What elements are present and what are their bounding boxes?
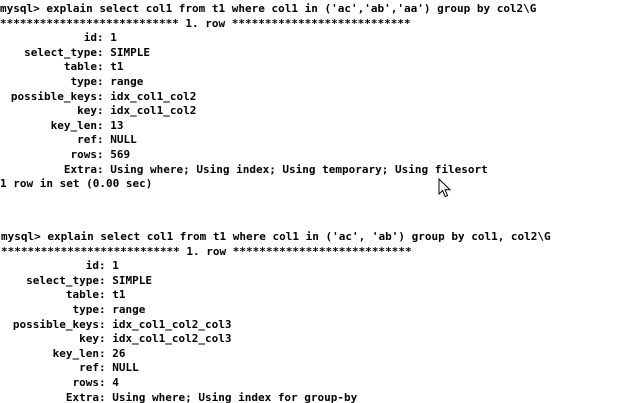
field-row-select-type: select_type: SIMPLE [1,274,551,289]
field-name: rows [70,147,98,161]
field-row-possible-keys: possible_keys: idx_col1_col2 [6,90,536,105]
field-row-extra: Extra: Using where; Using index; Using t… [6,163,536,178]
field-value: range [112,302,146,316]
field-name: select_type [24,45,97,59]
field-value: NULL [110,133,137,147]
field-row-ref: ref: NULL [6,133,536,148]
field-row-table: table: t1 [1,288,551,303]
command-line: mysql> explain select col1 from t1 where… [1,230,551,243]
field-name: key [77,104,97,118]
terminal-window[interactable]: mysql> explain select col1 from t1 where… [0,0,632,403]
field-row-key: key: idx_col1_col2_col3 [1,332,551,347]
field-name: type [72,302,100,316]
field-value: SIMPLE [110,45,150,59]
field-row-table: table: t1 [6,60,536,75]
field-name: id [83,31,97,45]
field-row-type: type: range [6,75,536,90]
field-value: Using where; Using index for group-by [112,390,358,403]
field-value: idx_col1_col2 [110,89,197,103]
field-name: ref [77,133,97,147]
field-name: key_len [50,118,97,132]
field-row-rows: rows: 569 [6,148,536,163]
field-name: id [85,259,99,273]
field-name: ref [79,361,99,375]
field-value: idx_col1_col2 [110,104,197,118]
field-value: t1 [110,60,124,74]
field-value: SIMPLE [112,273,152,287]
mouse-pointer-icon [438,178,452,198]
field-name: table [65,288,99,302]
field-value: 4 [112,375,119,389]
field-row-key-len: key_len: 13 [6,119,536,134]
field-value: 1 [110,31,117,45]
field-value: 569 [110,147,131,161]
field-name: Extra [63,162,97,176]
field-row-key: key: idx_col1_col2 [6,104,536,119]
row-header: *************************** 1. row *****… [0,16,411,30]
field-value: 26 [112,346,126,360]
field-value: 1 [112,259,119,273]
field-name: Extra [65,390,99,403]
query-output-2: mysql> explain select col1 from t1 where… [1,230,551,403]
field-row-select-type: select_type: SIMPLE [6,46,536,61]
field-value: 13 [110,118,124,132]
field-row-id: id: 1 [1,259,551,274]
field-row-type: type: range [1,303,551,318]
field-row-rows: rows: 4 [1,376,551,391]
command-line: mysql> explain select col1 from t1 where… [0,2,537,15]
field-row-ref: ref: NULL [1,361,551,376]
field-name: key_len [52,346,99,360]
field-value: range [110,74,144,88]
field-name: select_type [26,273,99,287]
row-header: *************************** 1. row *****… [1,244,412,258]
field-name: table [63,60,97,74]
field-row-extra: Extra: Using where; Using index for grou… [1,391,551,403]
field-value: Using where; Using index; Using temporar… [110,162,488,176]
field-name: possible_keys [12,317,99,331]
field-value: t1 [112,288,126,302]
field-value: idx_col1_col2_col3 [112,332,232,346]
field-name: key [79,332,99,346]
field-row-possible-keys: possible_keys: idx_col1_col2_col3 [1,318,551,333]
field-row-id: id: 1 [6,31,536,46]
field-name: possible_keys [10,89,97,103]
field-value: idx_col1_col2_col3 [112,317,232,331]
field-name: type [70,74,98,88]
query-output-1: mysql> explain select col1 from t1 where… [0,2,536,192]
field-value: NULL [112,361,139,375]
field-name: rows [72,375,100,389]
field-row-key-len: key_len: 26 [1,347,551,362]
result-summary: 1 row in set (0.00 sec) [0,177,153,191]
